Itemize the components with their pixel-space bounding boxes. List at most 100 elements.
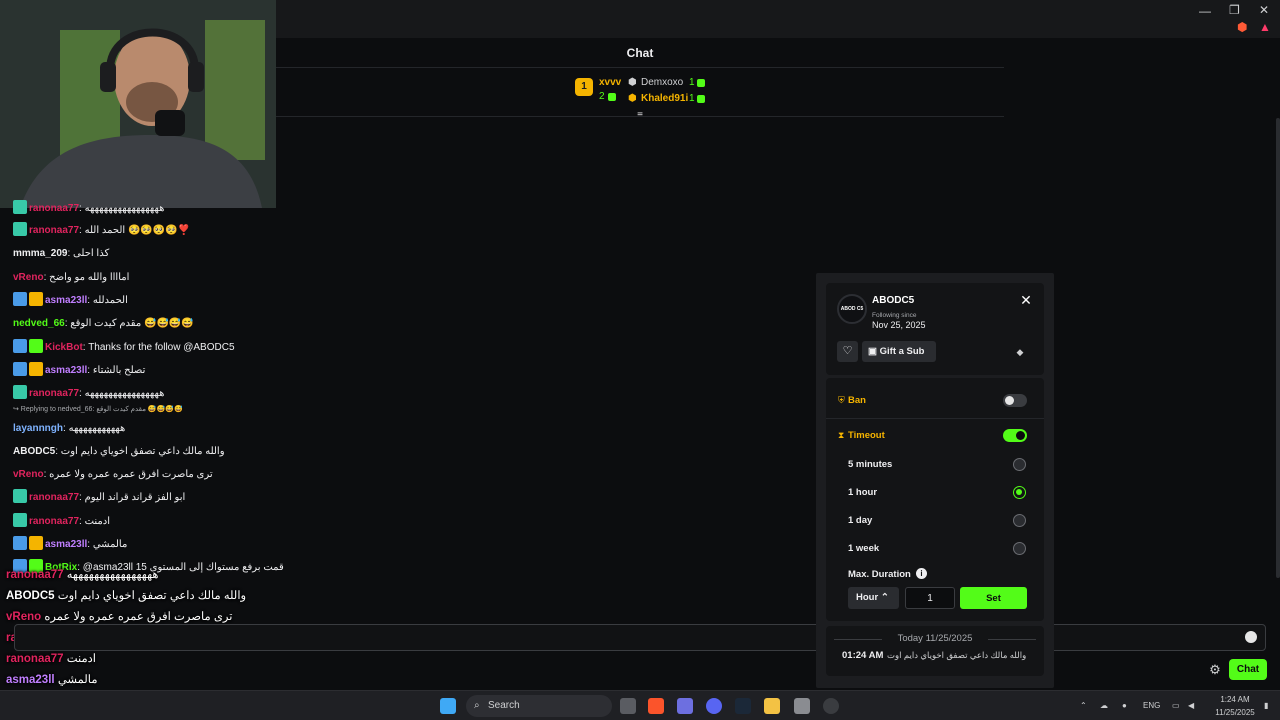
overlay-username: ranonaa77 <box>6 653 64 665</box>
timeout-option-label[interactable]: 1 day <box>848 515 872 526</box>
clock[interactable]: 1:24 AM 11/25/2025 <box>1208 693 1262 718</box>
task-view-icon[interactable] <box>620 698 636 714</box>
chat-username[interactable]: ABODC5 <box>13 446 55 457</box>
chat-username[interactable]: asma23ll <box>45 365 87 376</box>
user-badge-icon[interactable] <box>13 222 27 236</box>
user-badge-icon[interactable] <box>29 536 43 550</box>
minimize-icon[interactable]: — <box>1199 4 1211 18</box>
maximize-icon[interactable]: ❐ <box>1229 3 1240 17</box>
timeout-option-label[interactable]: 1 hour <box>848 487 877 498</box>
user-badge-icon[interactable] <box>29 362 43 376</box>
user-badge-icon[interactable] <box>29 339 43 353</box>
user-badge-icon[interactable] <box>13 513 27 527</box>
user-badge-icon[interactable] <box>29 292 43 306</box>
language-indicator[interactable]: ENG <box>1143 699 1160 713</box>
timeout-option-radio[interactable] <box>1013 458 1026 471</box>
emoji-icon[interactable] <box>1245 631 1257 643</box>
ban-label: Ban <box>848 395 866 406</box>
send-chat-button[interactable]: Chat <box>1229 659 1267 680</box>
close-window-icon[interactable]: ✕ <box>1259 3 1269 17</box>
steam-icon[interactable] <box>735 698 751 714</box>
ban-toggle[interactable] <box>1003 394 1027 407</box>
chat-username[interactable]: vReno <box>13 272 44 283</box>
settings-app-icon[interactable] <box>794 698 810 714</box>
taskbar: ⌕ Search ⌃ ☁ ● ENG ▭ ◀ 1:24 AM 11/25/2025 … <box>0 690 1280 720</box>
chat-username[interactable]: vReno <box>13 469 44 480</box>
user-mod-panel: ABOD C5 ABODC5 Following since Nov 25, 2… <box>816 273 1054 688</box>
notification-icon[interactable]: ▮ <box>1264 699 1268 713</box>
timeout-option-label[interactable]: 5 minutes <box>848 459 892 470</box>
chat-username[interactable]: mmma_209 <box>13 248 67 259</box>
chat-username[interactable]: asma23ll <box>45 539 87 550</box>
overlay-username: asma23ll <box>6 674 55 686</box>
user-badge-icon[interactable] <box>13 489 27 503</box>
close-icon[interactable]: ✕ <box>1018 292 1034 308</box>
timeout-option-label[interactable]: 1 week <box>848 543 879 554</box>
chat-text: ↪ Replying to nedved_66: مقدم كيدت الوقع… <box>13 406 183 413</box>
message-history: Today 11/25/2025 01:24 AM والله مالك داع… <box>826 626 1044 676</box>
chat-username[interactable]: nedved_66 <box>13 318 65 329</box>
heart-icon[interactable]: ♡ <box>837 341 858 362</box>
chat-input[interactable] <box>14 624 1266 651</box>
chat-username[interactable]: layannngh <box>13 423 63 434</box>
rewards-icon[interactable]: ▲ <box>1259 20 1271 34</box>
user-badge-icon[interactable] <box>13 292 27 306</box>
discord-icon[interactable] <box>706 698 722 714</box>
overlay-text: ادمنت <box>66 653 96 665</box>
chat-username[interactable]: asma23ll <box>45 295 87 306</box>
chat-username[interactable]: KickBot <box>45 342 83 353</box>
chat-message: asma23ll: مالمشي <box>13 535 127 555</box>
user-badge-icon[interactable] <box>13 536 27 550</box>
duration-input[interactable] <box>905 587 955 609</box>
gift-icon <box>697 95 705 103</box>
gear-icon[interactable]: ⚙ <box>1208 663 1222 677</box>
brave-browser-icon[interactable] <box>648 698 664 714</box>
scrollbar[interactable] <box>1276 118 1280 578</box>
user-name[interactable]: ABODC5 <box>872 295 914 306</box>
user-badge-icon[interactable] <box>13 385 27 399</box>
chat-username[interactable]: ranonaa77 <box>29 203 79 214</box>
clock-time: 1:24 AM <box>1220 695 1250 704</box>
windows-start-icon[interactable] <box>440 698 456 714</box>
mic-icon[interactable]: ● <box>1122 699 1127 713</box>
chat-username[interactable]: ranonaa77 <box>29 516 79 527</box>
volume-icon[interactable]: ◀ <box>1188 699 1194 713</box>
overlay-text: ترى ماصرت افرق عمره عمره ولا عمره <box>44 611 233 623</box>
chat-message: vReno: ترى ماصرت افرق عمره عمره ولا عمره <box>13 465 213 485</box>
network-icon[interactable]: ▭ <box>1172 699 1180 713</box>
timeout-option-radio[interactable] <box>1013 542 1026 555</box>
chat-message: nedved_66: مقدم كيدت الوقع 😅😅😅😅 <box>13 314 194 334</box>
leader-count: 1 <box>689 77 695 88</box>
leader-name[interactable]: Khaled91i <box>641 92 688 106</box>
avatar[interactable]: ABOD C5 <box>837 294 867 324</box>
chat-username[interactable]: ranonaa77 <box>29 388 79 399</box>
set-button[interactable]: Set <box>960 587 1027 609</box>
timeout-option-radio[interactable] <box>1013 486 1026 499</box>
file-explorer-icon[interactable] <box>764 698 780 714</box>
chevron-up-icon[interactable]: ⌃ <box>1080 699 1087 713</box>
timeout-toggle[interactable] <box>1003 429 1027 442</box>
taskbar-search[interactable]: ⌕ Search <box>466 695 612 717</box>
pin-icon[interactable]: ◆ <box>1014 346 1026 358</box>
overlay-message: ranonaa77 ههههههههههههههههه <box>6 565 158 585</box>
app-icon[interactable] <box>677 698 693 714</box>
cloud-icon[interactable]: ☁ <box>1100 699 1108 713</box>
user-badge-icon[interactable] <box>13 362 27 376</box>
obs-icon[interactable] <box>823 698 839 714</box>
gift-icon <box>608 93 616 101</box>
duration-unit-select[interactable]: Hour ⌃ <box>848 587 899 609</box>
user-badge-icon[interactable] <box>13 200 27 214</box>
info-icon[interactable]: i <box>916 568 927 579</box>
leader-name[interactable]: Demxoxo <box>641 76 683 90</box>
timeout-option-radio[interactable] <box>1013 514 1026 527</box>
user-badge-icon[interactable] <box>13 339 27 353</box>
chat-username[interactable]: ranonaa77 <box>29 225 79 236</box>
leader-name[interactable]: xvvv <box>599 76 621 90</box>
brave-shield-icon[interactable]: ⬢ <box>1237 20 1247 34</box>
timeout-label: Timeout <box>848 430 885 441</box>
gift-sub-button[interactable]: ▣ Gift a Sub <box>862 341 936 362</box>
chevron-up-icon: ⌃ <box>880 592 889 603</box>
chat-username[interactable]: ranonaa77 <box>29 492 79 503</box>
search-icon: ⌕ <box>474 700 480 711</box>
chat-text: مقدم كيدت الوقع 😅😅😅😅 <box>70 318 194 329</box>
